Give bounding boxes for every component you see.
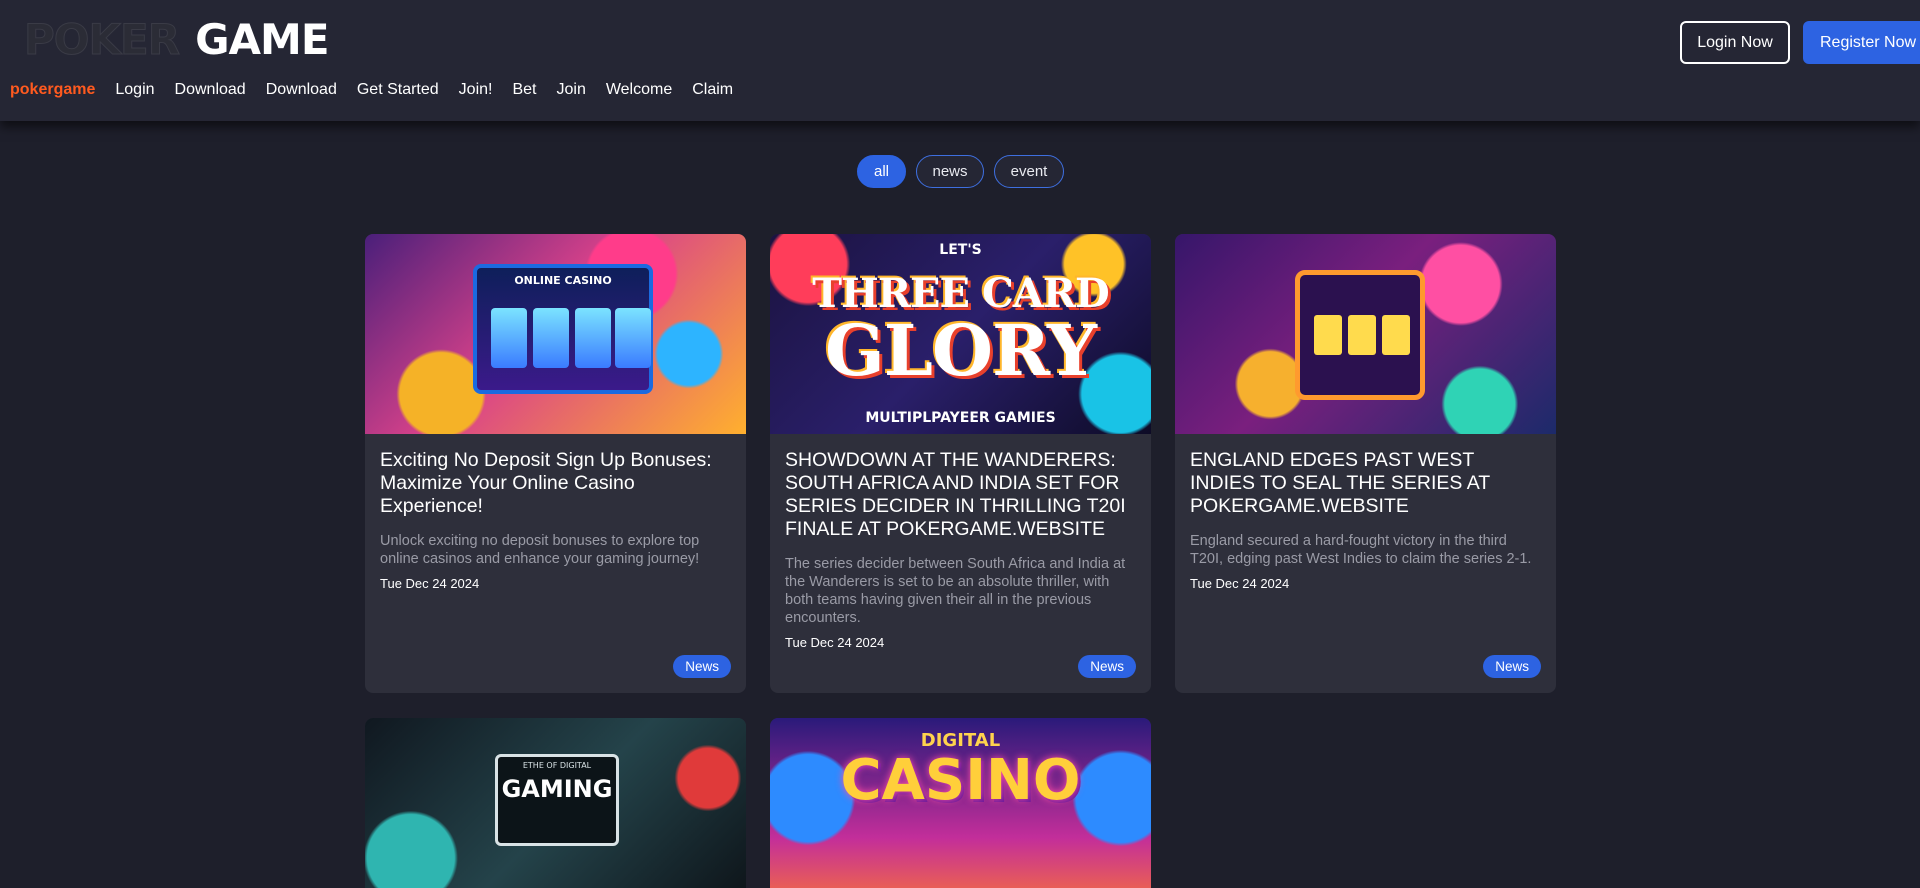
filter-all[interactable]: all <box>857 155 906 188</box>
article-card[interactable]: LET'S THREE CARD GLORY MULTIPLPAYEER GAM… <box>770 234 1151 693</box>
nav-item-pokergame[interactable]: pokergame <box>10 81 95 99</box>
article-thumbnail[interactable]: DIGITAL CASINO <box>770 718 1151 888</box>
nav-item-login[interactable]: Login <box>115 81 154 99</box>
image-caption: GAMING <box>501 775 613 803</box>
gaming-panel-image: ETHE OF DIGITAL GAMING <box>495 754 619 846</box>
image-caption: CASINO <box>840 748 1081 813</box>
site-header: POKER GAME Login Now Register Now pokerg… <box>0 0 1920 121</box>
nav-item-join[interactable]: Join <box>556 81 585 99</box>
article-thumbnail[interactable]: LET'S THREE CARD GLORY MULTIPLPAYEER GAM… <box>770 234 1151 434</box>
nav-item-download-2[interactable]: Download <box>266 81 337 99</box>
article-excerpt: The series decider between South Africa … <box>785 556 1126 626</box>
article-card[interactable]: ENGLAND EDGES PAST WEST INDIES TO SEAL T… <box>1175 234 1556 693</box>
category-tag: News <box>1078 655 1136 678</box>
slot-machine-image <box>1295 270 1425 400</box>
filter-news[interactable]: news <box>916 155 984 188</box>
article-card[interactable]: DIGITAL CASINO <box>770 718 1151 888</box>
article-thumbnail[interactable]: ONLINE CASINO <box>365 234 746 434</box>
category-filters: all news event <box>857 155 1064 189</box>
image-caption: MULTIPLPAYEER GAMIES <box>865 410 1056 426</box>
article-date: Tue Dec 24 2024 <box>380 576 480 591</box>
article-excerpt: England secured a hard-fought victory in… <box>1190 533 1532 567</box>
nav-item-welcome[interactable]: Welcome <box>606 81 672 99</box>
article-card[interactable]: ETHE OF DIGITAL GAMING <box>365 718 746 888</box>
logo-text-poker: POKER <box>23 15 180 64</box>
article-thumbnail[interactable] <box>1175 234 1556 434</box>
image-caption: GLORY <box>825 309 1097 392</box>
main-nav: pokergame Login Download Download Get St… <box>10 79 753 101</box>
slot-screen-image: ONLINE CASINO <box>473 264 653 394</box>
nav-item-get-started[interactable]: Get Started <box>357 81 439 99</box>
nav-item-download[interactable]: Download <box>175 81 246 99</box>
category-tag: News <box>1483 655 1541 678</box>
login-now-button[interactable]: Login Now <box>1680 21 1790 64</box>
nav-item-bet[interactable]: Bet <box>512 81 536 99</box>
article-excerpt: Unlock exciting no deposit bonuses to ex… <box>380 533 700 567</box>
article-card[interactable]: ONLINE CASINO Exciting No Deposit Sign U… <box>365 234 746 693</box>
article-date: Tue Dec 24 2024 <box>1190 576 1290 591</box>
article-title[interactable]: ENGLAND EDGES PAST WEST INDIES TO SEAL T… <box>1190 449 1541 518</box>
nav-item-join-exclaim[interactable]: Join! <box>459 81 493 99</box>
nav-item-claim[interactable]: Claim <box>692 81 733 99</box>
category-tag: News <box>673 655 731 678</box>
logo-text-game: GAME <box>195 15 329 64</box>
article-thumbnail[interactable]: ETHE OF DIGITAL GAMING <box>365 718 746 888</box>
image-caption: LET'S <box>939 242 982 258</box>
article-date: Tue Dec 24 2024 <box>785 635 885 650</box>
article-title[interactable]: Exciting No Deposit Sign Up Bonuses: Max… <box>380 449 731 518</box>
register-now-button[interactable]: Register Now <box>1803 21 1920 64</box>
site-logo[interactable]: POKER GAME <box>23 15 329 64</box>
filter-event[interactable]: event <box>994 155 1064 188</box>
image-caption: ONLINE CASINO <box>514 274 612 287</box>
image-caption: ETHE OF DIGITAL <box>522 761 592 770</box>
article-title[interactable]: SHOWDOWN AT THE WANDERERS: SOUTH AFRICA … <box>785 449 1136 541</box>
